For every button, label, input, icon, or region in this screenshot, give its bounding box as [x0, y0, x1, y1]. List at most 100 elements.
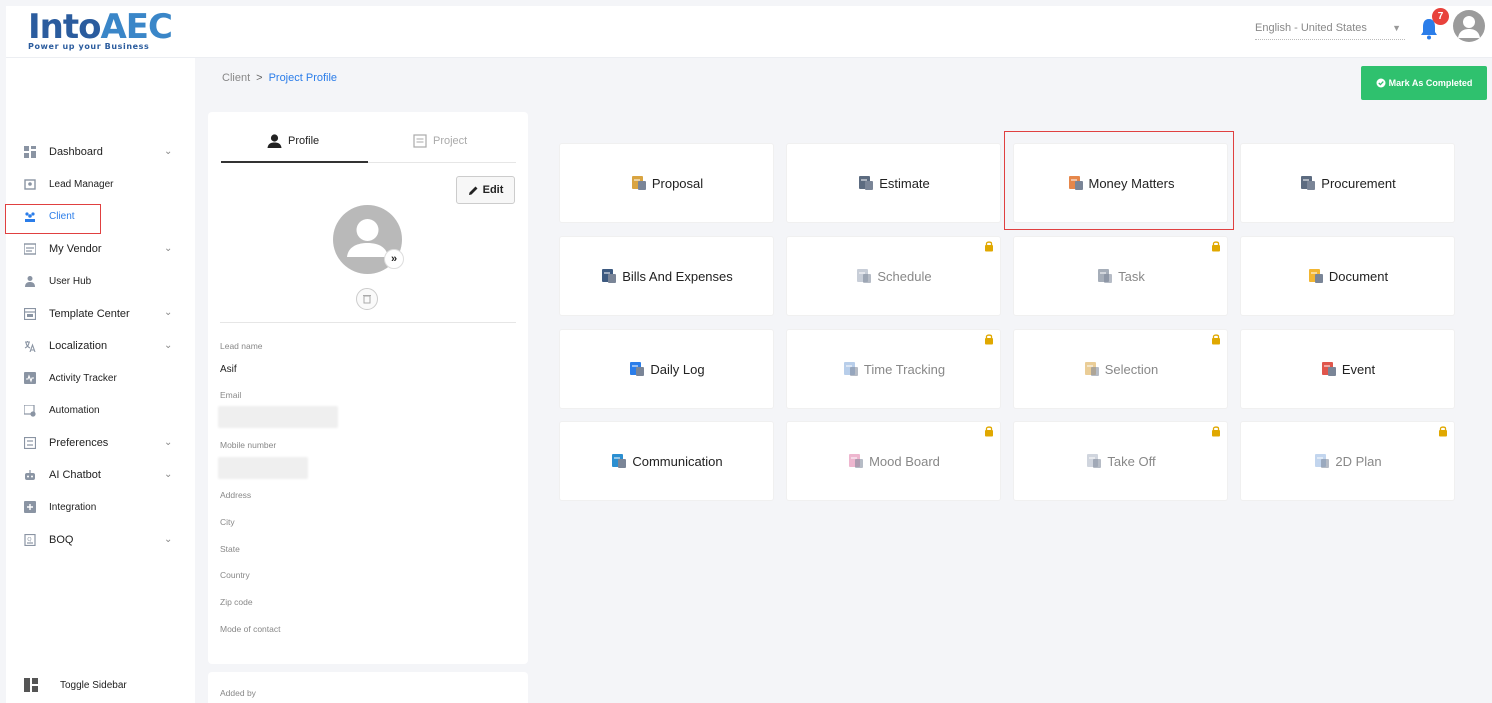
edit-button[interactable]: Edit [456, 176, 515, 204]
chevron-down-icon: ⌄ [164, 436, 173, 448]
module-tile-bills[interactable]: Bills And Expenses [560, 237, 773, 315]
logo-accent: AEC [100, 7, 172, 47]
sidebar-item-preferences[interactable]: Preferences ⌄ [6, 427, 195, 459]
module-tile-document[interactable]: Document [1241, 237, 1454, 315]
daily-log-icon [630, 362, 645, 376]
estimate-icon [859, 176, 874, 190]
city-label: City [220, 517, 235, 527]
module-tile-schedule[interactable]: Schedule [787, 237, 1000, 315]
sidebar-nav: Dashboard ⌄ Lead Manager Client My Vendo… [5, 136, 195, 556]
chatbot-icon [25, 470, 35, 481]
lock-icon [1212, 241, 1220, 252]
lock-icon [985, 426, 993, 437]
mark-as-completed-label: Mark As Completed [1388, 78, 1473, 88]
sidebar-item-template-center[interactable]: Template Center ⌄ [6, 297, 195, 329]
chevron-down-icon: ⌄ [164, 242, 173, 254]
lock-icon [1212, 426, 1220, 437]
module-tile-time-tracking[interactable]: Time Tracking [787, 330, 1000, 408]
module-tile-daily-log[interactable]: Daily Log [560, 330, 773, 408]
chevron-down-icon: ⌄ [164, 146, 173, 157]
module-tile-label: Proposal [651, 175, 704, 191]
boq-icon: Q [24, 533, 36, 546]
module-tile-2d-plan[interactable]: 2D Plan [1241, 422, 1454, 500]
notifications-button[interactable]: 7 [1420, 8, 1449, 40]
sidebar-item-label: AI Chatbot [49, 469, 101, 482]
preferences-icon [24, 436, 36, 449]
lead-name-label: Lead name [220, 341, 263, 351]
breadcrumb-root[interactable]: Client [222, 72, 250, 84]
module-tile-task[interactable]: Task [1014, 237, 1227, 315]
toggle-sidebar-button[interactable]: Toggle Sidebar [24, 678, 127, 692]
module-tile-label: Take Off [1107, 453, 1156, 469]
lock-icon [985, 334, 993, 345]
module-tile-take-off[interactable]: Take Off [1014, 422, 1227, 500]
email-value-redacted [218, 406, 338, 428]
tab-profile[interactable]: Profile [267, 134, 319, 148]
project-icon [413, 134, 427, 148]
module-tile-label: Bills And Expenses [622, 268, 733, 284]
time-tracking-icon [843, 362, 858, 376]
expand-avatar-button[interactable]: » [384, 249, 404, 269]
module-tile-proposal[interactable]: Proposal [560, 144, 773, 222]
chevron-down-icon: ▼ [1392, 23, 1401, 33]
sidebar-item-integration[interactable]: Integration [6, 491, 195, 523]
module-tile-label: Time Tracking [863, 361, 946, 377]
sidebar-item-label: Preferences [49, 436, 109, 449]
mark-as-completed-button[interactable]: Mark As Completed [1361, 66, 1487, 100]
user-icon [267, 134, 282, 148]
lock-icon [1439, 426, 1447, 437]
sidebar-item-label: Lead Manager [49, 178, 114, 190]
sidebar: Dashboard ⌄ Lead Manager Client My Vendo… [5, 58, 195, 703]
sidebar-item-label: User Hub [49, 275, 92, 287]
module-tile-label: Daily Log [650, 361, 705, 377]
module-tile-communication[interactable]: Communication [560, 422, 773, 500]
dashboard-icon [24, 146, 36, 159]
sidebar-item-my-vendor[interactable]: My Vendor ⌄ [6, 233, 195, 265]
sidebar-item-label: BOQ [49, 533, 74, 546]
zip-code-label: Zip code [220, 597, 253, 607]
sidebar-item-dashboard[interactable]: Dashboard ⌄ [6, 136, 195, 168]
bills-icon [602, 269, 617, 283]
top-header: IntoAEC Power up your Business English -… [6, 6, 1492, 58]
delete-avatar-button[interactable] [356, 288, 378, 310]
toggle-sidebar-label: Toggle Sidebar [60, 679, 127, 691]
added-by-card: Added by [208, 672, 528, 703]
sidebar-item-lead-manager[interactable]: Lead Manager [6, 168, 195, 200]
lock-icon [1212, 334, 1220, 345]
address-label: Address [220, 490, 252, 500]
notification-badge: 7 [1432, 8, 1449, 25]
module-tile-event[interactable]: Event [1241, 330, 1454, 408]
mobile-label: Mobile number [220, 440, 277, 450]
task-icon [1098, 269, 1113, 283]
automation-icon [24, 404, 36, 417]
module-tile-label: Document [1328, 268, 1389, 284]
app-logo[interactable]: IntoAEC Power up your Business [28, 7, 173, 51]
tab-project[interactable]: Project [413, 134, 467, 148]
sidebar-item-boq[interactable]: Q BOQ ⌄ [6, 524, 195, 556]
active-item-highlight [5, 203, 101, 234]
sidebar-item-automation[interactable]: Automation [6, 394, 195, 426]
email-label: Email [220, 390, 242, 400]
module-tile-label: Mood Board [869, 453, 940, 469]
tab-profile-label: Profile [288, 135, 320, 147]
sidebar-item-label: Localization [49, 339, 108, 352]
module-tile-estimate[interactable]: Estimate [787, 144, 1000, 222]
sidebar-item-client[interactable]: Client [5, 201, 195, 234]
sidebar-item-user-hub[interactable]: User Hub [6, 265, 195, 297]
communication-icon [612, 454, 627, 468]
logo-main: Into [28, 7, 101, 47]
event-icon [1321, 362, 1336, 376]
module-tile-selection[interactable]: Selection [1014, 330, 1227, 408]
module-tile-mood-board[interactable]: Mood Board [787, 422, 1000, 500]
sidebar-item-ai-chatbot[interactable]: AI Chatbot ⌄ [6, 459, 195, 491]
language-select[interactable]: English - United States ▼ [1255, 18, 1405, 40]
selection-icon [1084, 362, 1099, 376]
user-avatar[interactable] [1453, 10, 1485, 42]
pencil-icon [468, 186, 478, 195]
sidebar-item-localization[interactable]: Localization ⌄ [6, 330, 195, 362]
trash-icon [363, 295, 371, 304]
take-off-icon [1087, 454, 1102, 468]
sidebar-item-activity-tracker[interactable]: Activity Tracker [6, 362, 195, 394]
language-value: English - United States [1255, 22, 1367, 34]
module-tile-procurement[interactable]: Procurement [1241, 144, 1454, 222]
